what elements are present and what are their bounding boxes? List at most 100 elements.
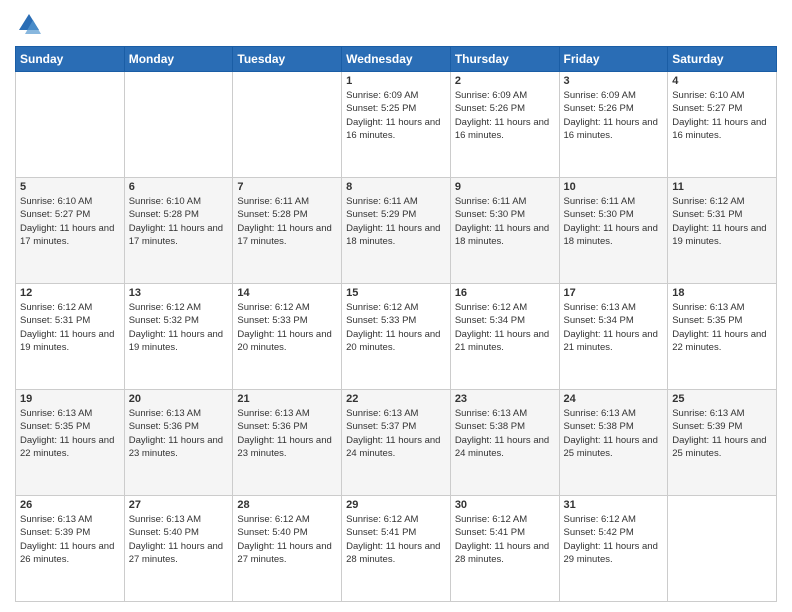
day-info: Sunrise: 6:11 AM Sunset: 5:30 PM Dayligh… bbox=[455, 195, 555, 248]
header bbox=[15, 10, 777, 38]
calendar-cell: 12 Sunrise: 6:12 AM Sunset: 5:31 PM Dayli… bbox=[16, 284, 125, 390]
day-number: 27 bbox=[129, 499, 229, 511]
calendar-cell: 31 Sunrise: 6:12 AM Sunset: 5:42 PM Dayli… bbox=[559, 496, 668, 602]
day-number: 6 bbox=[129, 181, 229, 193]
calendar-cell: 2 Sunrise: 6:09 AM Sunset: 5:26 PM Daylig… bbox=[450, 72, 559, 178]
day-number: 19 bbox=[20, 393, 120, 405]
day-info: Sunrise: 6:11 AM Sunset: 5:28 PM Dayligh… bbox=[237, 195, 337, 248]
calendar-cell: 4Sunrise: 6:10 AM Sunset: 5:27 PM Daylig… bbox=[668, 72, 777, 178]
calendar-cell: 5 Sunrise: 6:10 AM Sunset: 5:27 PM Daylig… bbox=[16, 178, 125, 284]
calendar-cell: 26 Sunrise: 6:13 AM Sunset: 5:39 PM Dayli… bbox=[16, 496, 125, 602]
day-number: 4 bbox=[672, 75, 772, 87]
day-number: 14 bbox=[237, 287, 337, 299]
calendar-cell bbox=[16, 72, 125, 178]
day-info: Sunrise: 6:13 AM Sunset: 5:35 PM Dayligh… bbox=[672, 301, 772, 354]
calendar-week-row: 19 Sunrise: 6:13 AM Sunset: 5:35 PM Dayli… bbox=[16, 390, 777, 496]
calendar-cell: 14 Sunrise: 6:12 AM Sunset: 5:33 PM Dayli… bbox=[233, 284, 342, 390]
calendar-cell: 17 Sunrise: 6:13 AM Sunset: 5:34 PM Dayli… bbox=[559, 284, 668, 390]
day-info: Sunrise: 6:09 AM Sunset: 5:25 PM Dayligh… bbox=[346, 89, 446, 142]
day-info: Sunrise: 6:12 AM Sunset: 5:32 PM Dayligh… bbox=[129, 301, 229, 354]
day-number: 26 bbox=[20, 499, 120, 511]
calendar-cell: 13 Sunrise: 6:12 AM Sunset: 5:32 PM Dayli… bbox=[124, 284, 233, 390]
day-number: 17 bbox=[564, 287, 664, 299]
day-info: Sunrise: 6:12 AM Sunset: 5:31 PM Dayligh… bbox=[20, 301, 120, 354]
calendar-cell: 3 Sunrise: 6:09 AM Sunset: 5:26 PM Daylig… bbox=[559, 72, 668, 178]
day-number: 2 bbox=[455, 75, 555, 87]
day-info: Sunrise: 6:09 AM Sunset: 5:26 PM Dayligh… bbox=[564, 89, 664, 142]
calendar-week-row: 5 Sunrise: 6:10 AM Sunset: 5:27 PM Daylig… bbox=[16, 178, 777, 284]
calendar-week-row: 1 Sunrise: 6:09 AM Sunset: 5:25 PM Daylig… bbox=[16, 72, 777, 178]
day-info: Sunrise: 6:10 AM Sunset: 5:28 PM Dayligh… bbox=[129, 195, 229, 248]
day-info: Sunrise: 6:10 AM Sunset: 5:27 PM Dayligh… bbox=[20, 195, 120, 248]
day-info: Sunrise: 6:11 AM Sunset: 5:30 PM Dayligh… bbox=[564, 195, 664, 248]
day-number: 7 bbox=[237, 181, 337, 193]
day-info: Sunrise: 6:13 AM Sunset: 5:38 PM Dayligh… bbox=[455, 407, 555, 460]
day-number: 21 bbox=[237, 393, 337, 405]
day-number: 24 bbox=[564, 393, 664, 405]
weekday-header: Monday bbox=[124, 47, 233, 72]
calendar-header-row: SundayMondayTuesdayWednesdayThursdayFrid… bbox=[16, 47, 777, 72]
calendar-cell: 27 Sunrise: 6:13 AM Sunset: 5:40 PM Dayli… bbox=[124, 496, 233, 602]
day-info: Sunrise: 6:13 AM Sunset: 5:40 PM Dayligh… bbox=[129, 513, 229, 566]
day-info: Sunrise: 6:12 AM Sunset: 5:40 PM Dayligh… bbox=[237, 513, 337, 566]
calendar-week-row: 26 Sunrise: 6:13 AM Sunset: 5:39 PM Dayli… bbox=[16, 496, 777, 602]
calendar-cell: 7 Sunrise: 6:11 AM Sunset: 5:28 PM Daylig… bbox=[233, 178, 342, 284]
calendar-cell: 18 Sunrise: 6:13 AM Sunset: 5:35 PM Dayli… bbox=[668, 284, 777, 390]
calendar-cell: 1 Sunrise: 6:09 AM Sunset: 5:25 PM Daylig… bbox=[342, 72, 451, 178]
calendar-cell: 6 Sunrise: 6:10 AM Sunset: 5:28 PM Daylig… bbox=[124, 178, 233, 284]
calendar-cell: 15 Sunrise: 6:12 AM Sunset: 5:33 PM Dayli… bbox=[342, 284, 451, 390]
day-number: 31 bbox=[564, 499, 664, 511]
day-number: 15 bbox=[346, 287, 446, 299]
logo bbox=[15, 10, 47, 38]
calendar-cell: 22 Sunrise: 6:13 AM Sunset: 5:37 PM Dayli… bbox=[342, 390, 451, 496]
calendar-cell: 19 Sunrise: 6:13 AM Sunset: 5:35 PM Dayli… bbox=[16, 390, 125, 496]
logo-icon bbox=[15, 10, 43, 38]
weekday-header: Friday bbox=[559, 47, 668, 72]
calendar-cell bbox=[124, 72, 233, 178]
calendar-cell: 10 Sunrise: 6:11 AM Sunset: 5:30 PM Dayli… bbox=[559, 178, 668, 284]
calendar-cell: 21Sunrise: 6:13 AM Sunset: 5:36 PM Dayli… bbox=[233, 390, 342, 496]
calendar-cell: 24 Sunrise: 6:13 AM Sunset: 5:38 PM Dayli… bbox=[559, 390, 668, 496]
day-info: Sunrise: 6:12 AM Sunset: 5:34 PM Dayligh… bbox=[455, 301, 555, 354]
day-number: 13 bbox=[129, 287, 229, 299]
day-info: Sunrise: 6:13 AM Sunset: 5:35 PM Dayligh… bbox=[20, 407, 120, 460]
weekday-header: Thursday bbox=[450, 47, 559, 72]
calendar-cell bbox=[668, 496, 777, 602]
weekday-header: Sunday bbox=[16, 47, 125, 72]
day-number: 18 bbox=[672, 287, 772, 299]
day-number: 22 bbox=[346, 393, 446, 405]
day-info: Sunrise: 6:13 AM Sunset: 5:37 PM Dayligh… bbox=[346, 407, 446, 460]
day-number: 30 bbox=[455, 499, 555, 511]
day-info: Sunrise: 6:13 AM Sunset: 5:39 PM Dayligh… bbox=[672, 407, 772, 460]
calendar-cell: 16 Sunrise: 6:12 AM Sunset: 5:34 PM Dayli… bbox=[450, 284, 559, 390]
day-info: Sunrise: 6:09 AM Sunset: 5:26 PM Dayligh… bbox=[455, 89, 555, 142]
day-info: Sunrise: 6:13 AM Sunset: 5:34 PM Dayligh… bbox=[564, 301, 664, 354]
calendar-week-row: 12 Sunrise: 6:12 AM Sunset: 5:31 PM Dayli… bbox=[16, 284, 777, 390]
day-number: 29 bbox=[346, 499, 446, 511]
day-info: Sunrise: 6:13 AM Sunset: 5:39 PM Dayligh… bbox=[20, 513, 120, 566]
day-number: 11 bbox=[672, 181, 772, 193]
day-number: 10 bbox=[564, 181, 664, 193]
day-number: 12 bbox=[20, 287, 120, 299]
page: SundayMondayTuesdayWednesdayThursdayFrid… bbox=[0, 0, 792, 612]
weekday-header: Tuesday bbox=[233, 47, 342, 72]
day-info: Sunrise: 6:13 AM Sunset: 5:38 PM Dayligh… bbox=[564, 407, 664, 460]
calendar-cell: 20Sunrise: 6:13 AM Sunset: 5:36 PM Dayli… bbox=[124, 390, 233, 496]
day-info: Sunrise: 6:11 AM Sunset: 5:29 PM Dayligh… bbox=[346, 195, 446, 248]
day-info: Sunrise: 6:12 AM Sunset: 5:41 PM Dayligh… bbox=[346, 513, 446, 566]
calendar-cell: 28 Sunrise: 6:12 AM Sunset: 5:40 PM Dayli… bbox=[233, 496, 342, 602]
day-info: Sunrise: 6:12 AM Sunset: 5:33 PM Dayligh… bbox=[346, 301, 446, 354]
day-info: Sunrise: 6:12 AM Sunset: 5:42 PM Dayligh… bbox=[564, 513, 664, 566]
day-number: 23 bbox=[455, 393, 555, 405]
day-number: 3 bbox=[564, 75, 664, 87]
calendar-cell: 9Sunrise: 6:11 AM Sunset: 5:30 PM Daylig… bbox=[450, 178, 559, 284]
calendar-cell: 30Sunrise: 6:12 AM Sunset: 5:41 PM Dayli… bbox=[450, 496, 559, 602]
day-info: Sunrise: 6:12 AM Sunset: 5:33 PM Dayligh… bbox=[237, 301, 337, 354]
day-number: 28 bbox=[237, 499, 337, 511]
calendar-cell: 11Sunrise: 6:12 AM Sunset: 5:31 PM Dayli… bbox=[668, 178, 777, 284]
day-number: 5 bbox=[20, 181, 120, 193]
calendar-cell: 29 Sunrise: 6:12 AM Sunset: 5:41 PM Dayli… bbox=[342, 496, 451, 602]
day-number: 16 bbox=[455, 287, 555, 299]
weekday-header: Saturday bbox=[668, 47, 777, 72]
day-number: 1 bbox=[346, 75, 446, 87]
